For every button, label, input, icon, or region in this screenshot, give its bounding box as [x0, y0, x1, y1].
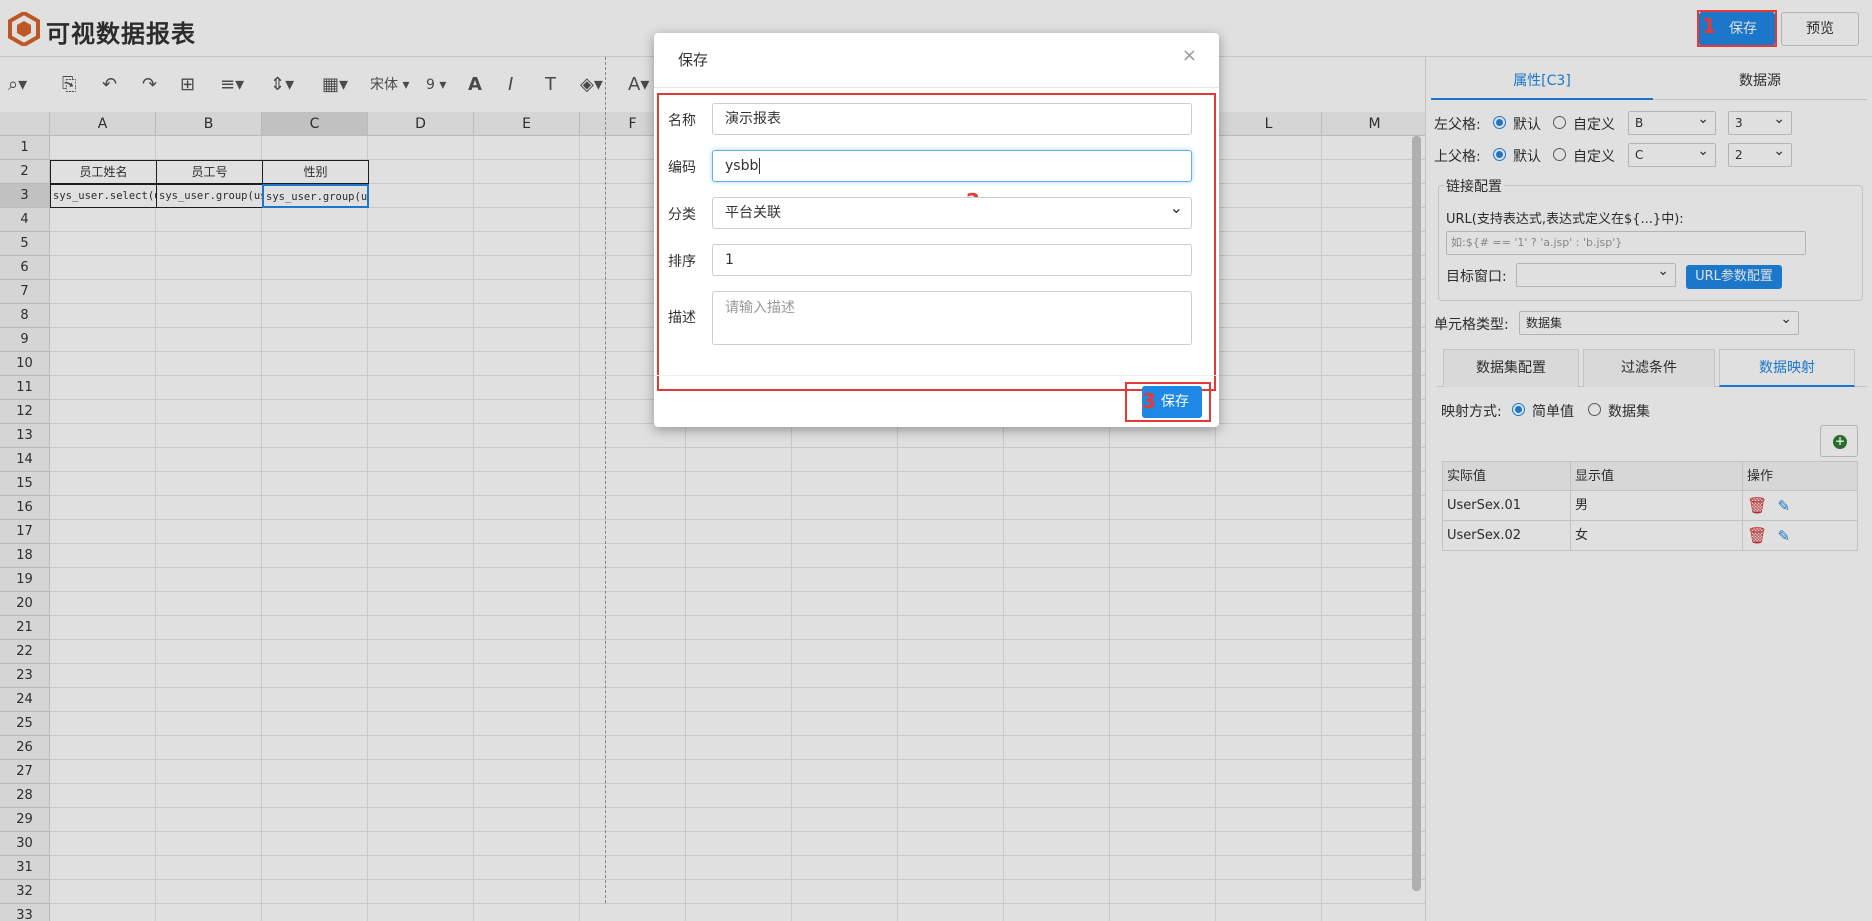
name-input[interactable]: 演示报表 — [712, 103, 1192, 135]
close-icon[interactable]: × — [1182, 45, 1197, 66]
name-label: 名称 — [668, 113, 696, 129]
code-input-value: ysbb — [725, 158, 759, 174]
description-label: 描述 — [668, 310, 696, 326]
dialog-footer-divider — [654, 375, 1219, 376]
code-input[interactable]: ysbb — [712, 150, 1192, 182]
save-dialog: 保存 × 2 名称 演示报表 编码 ysbb 分类 平台关联 排序 1 描述 请… — [654, 33, 1219, 427]
annotation-number-3: 3 — [1142, 389, 1156, 413]
dialog-title: 保存 — [678, 51, 709, 69]
description-textarea[interactable]: 请输入描述 — [712, 291, 1192, 345]
text-cursor — [759, 158, 761, 174]
annotation-number-1: 1 — [1702, 14, 1716, 38]
category-label: 分类 — [668, 207, 696, 223]
code-label: 编码 — [668, 160, 696, 176]
category-select[interactable]: 平台关联 — [712, 193, 1192, 229]
order-label: 排序 — [668, 254, 696, 270]
order-input[interactable]: 1 — [712, 244, 1192, 276]
annotation-box-2 — [657, 93, 1216, 391]
dialog-header-divider — [654, 87, 1219, 88]
